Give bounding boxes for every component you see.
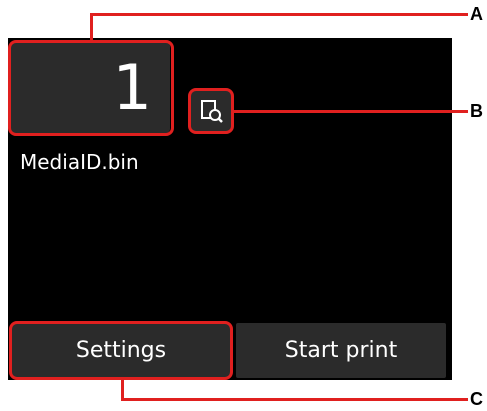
callout-b-line: [234, 110, 468, 113]
start-print-button[interactable]: Start print: [236, 323, 446, 378]
callout-a-label: A: [470, 4, 483, 24]
callout-c-line-vertical: [121, 379, 124, 400]
callout-a-frame: [8, 40, 174, 136]
callout-c-label: C: [470, 389, 483, 409]
callout-b-frame: [188, 88, 234, 134]
callout-a-line-horizontal: [90, 13, 468, 16]
file-name: MediaID.bin: [20, 150, 139, 174]
callout-b-label: B: [470, 101, 483, 121]
callout-a-line-vertical: [90, 13, 93, 41]
callout-c-frame: [9, 321, 233, 380]
callout-c-line-horizontal: [121, 398, 468, 401]
